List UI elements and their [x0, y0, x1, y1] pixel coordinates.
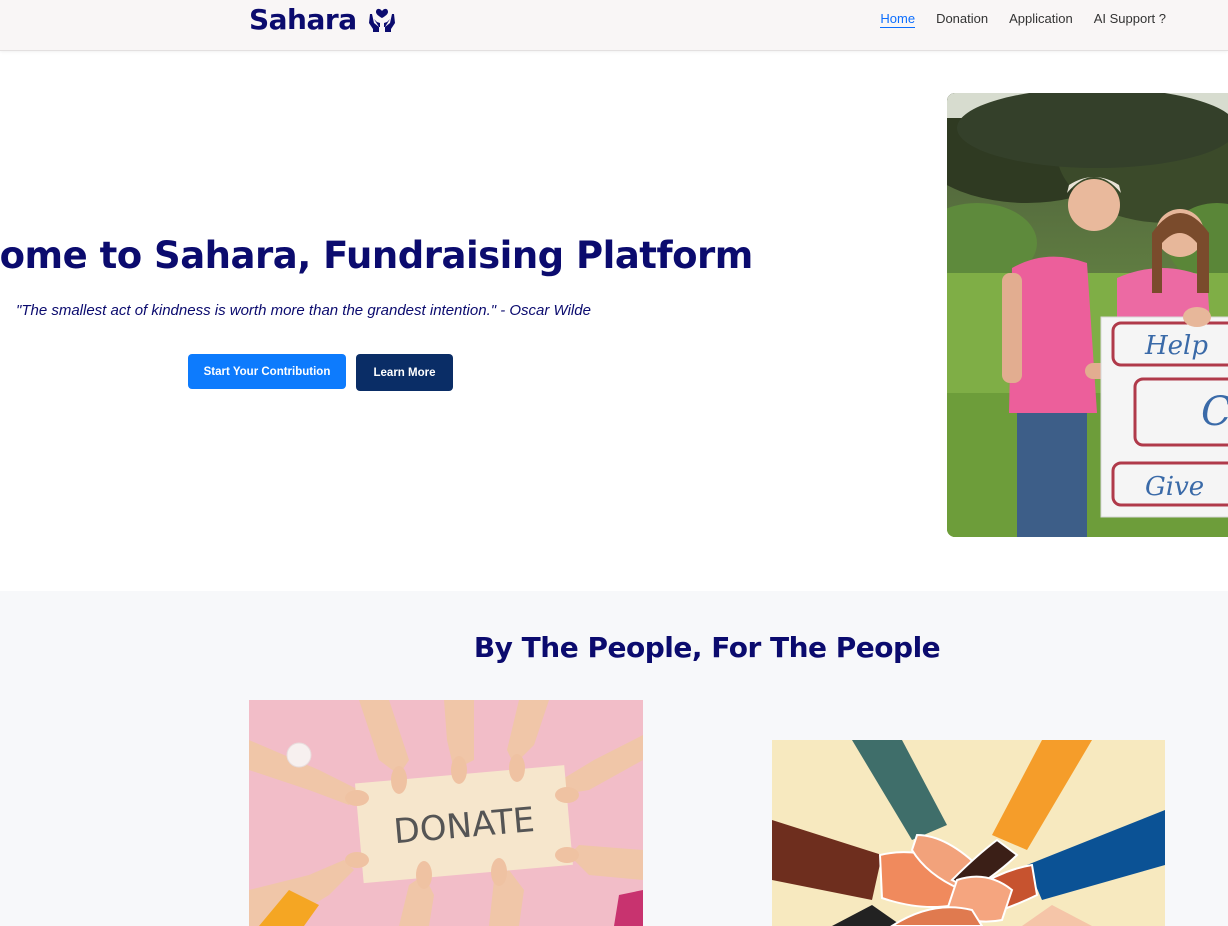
learn-more-button[interactable]: Learn More — [356, 354, 453, 391]
hero-title: lcome to Sahara, Fundraising Platform — [0, 234, 753, 277]
sign-middle-text: C — [1201, 389, 1228, 435]
nav-menu: Home Donation Application AI Support ? — [859, 11, 1166, 28]
community-section-title: By The People, For The People — [473, 631, 941, 664]
navbar: Sahara Home Donation Application AI Supp… — [0, 0, 1228, 51]
hero-quote: "The smallest act of kindness is worth m… — [16, 302, 591, 319]
sign-give-text: Give — [1145, 472, 1204, 502]
brand-name: Sahara — [249, 2, 357, 36]
sign-help-text: Help — [1144, 331, 1208, 361]
nav-home[interactable]: Home — [880, 11, 916, 28]
hero-photo: Help C Give — [947, 93, 1228, 537]
donate-image: DONATE — [249, 700, 643, 926]
brand-logo[interactable]: Sahara — [249, 0, 397, 38]
nav-application[interactable]: Application — [1009, 11, 1073, 28]
hands-heart-icon — [367, 5, 397, 33]
nav-donation[interactable]: Donation — [936, 11, 988, 28]
nav-ai-support[interactable]: AI Support ? — [1094, 11, 1166, 28]
united-hands-image — [772, 740, 1165, 926]
start-contribution-button[interactable]: Start Your Contribution — [188, 354, 346, 389]
community-section: By The People, For The People DONATE — [0, 591, 1228, 926]
